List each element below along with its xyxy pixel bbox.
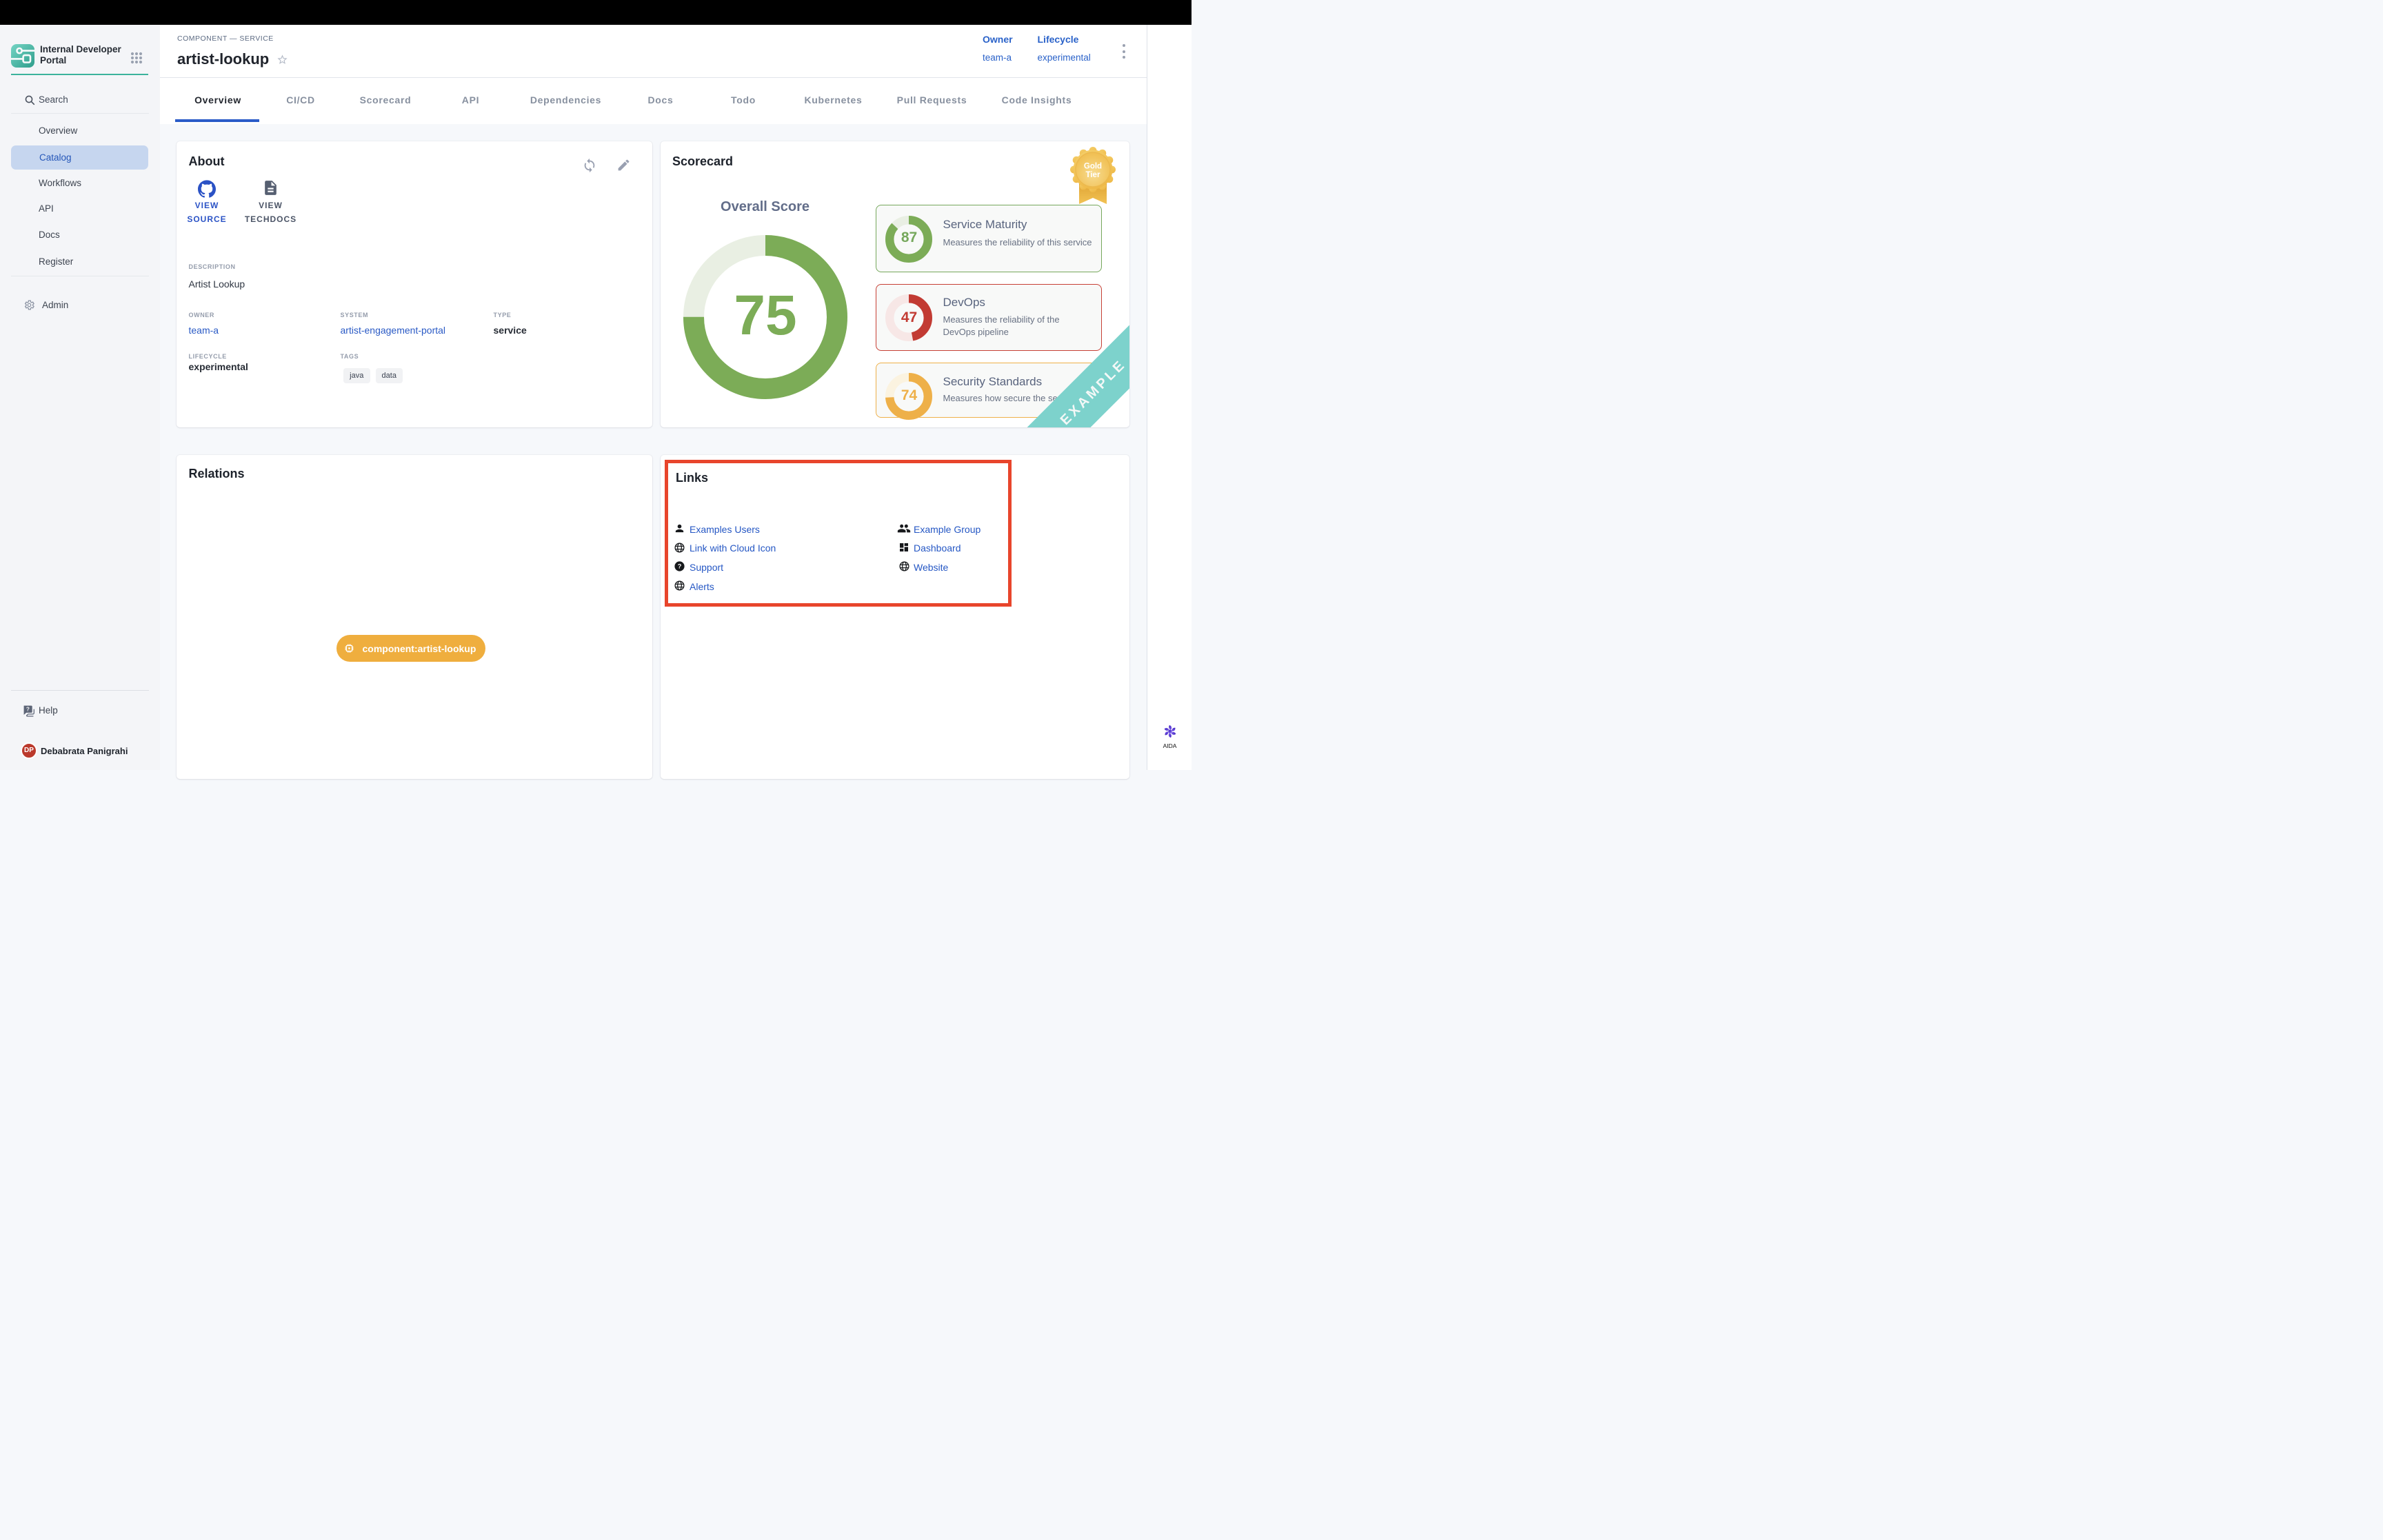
svg-text:Tier: Tier bbox=[1085, 171, 1100, 179]
svg-text:?: ? bbox=[677, 563, 681, 570]
svg-text:?: ? bbox=[26, 706, 30, 713]
svg-text:Gold: Gold bbox=[1083, 162, 1101, 170]
